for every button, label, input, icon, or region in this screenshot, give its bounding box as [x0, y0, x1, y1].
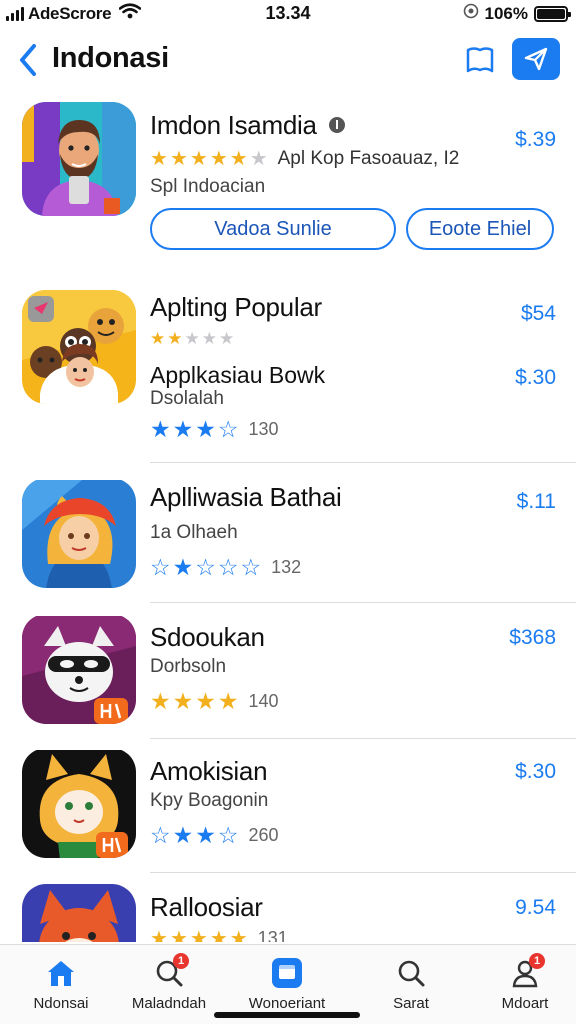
rating-text: Apl Kop Fasoauaz, I2 — [277, 148, 460, 169]
notification-badge: 1 — [529, 953, 545, 969]
location-icon — [463, 3, 479, 24]
rating-stars: ★ ★ ★ ☆ 130 — [150, 416, 279, 442]
app-price[interactable]: $.30 — [515, 760, 556, 784]
tab-discover[interactable]: 1 Maladndah — [114, 953, 224, 1019]
rating-count: 131 — [257, 928, 288, 942]
rating-stars: ★ ★ ★ ★ ★ 131 — [150, 928, 288, 942]
app-subtitle: Dorbsoln — [150, 656, 227, 677]
app-subtitle: Spl Indoacian — [150, 176, 266, 197]
rating-stars: ☆ ★ ★ ☆ 260 — [150, 822, 279, 848]
battery-percent: 106% — [484, 3, 528, 23]
primary-action-button[interactable]: Vadoa Sunlie — [150, 208, 396, 250]
app-price[interactable]: $368 — [509, 626, 556, 650]
app-icon-masked-character[interactable] — [22, 614, 136, 724]
tab-label: Wonoeriant — [248, 995, 326, 1012]
paper-plane-icon[interactable] — [512, 38, 560, 80]
app-price[interactable]: $.39 — [515, 128, 556, 152]
rating-stars: ★ ★ ★ ★ 140 — [150, 688, 279, 714]
rating-stars: ★ ★ ★ ★ ★ ★ Apl Kop Fasoauaz, I2 — [150, 148, 460, 170]
app-secondary-name: Applkasiau Bowk — [150, 362, 326, 388]
list-item[interactable]: Aplting Popular $54 ★ ★ ★ ★ ★ Applkasiau Bow… — [0, 282, 576, 463]
app-icon-cat-character[interactable] — [22, 748, 136, 858]
app-subtitle: Dsolalah — [150, 388, 224, 409]
info-icon — [328, 116, 346, 139]
list-item[interactable]: Amokisian $.30 Kpy Boagonin ☆ ★ ★ ☆ 260 — [0, 742, 576, 876]
list-item[interactable]: Ralloosiar 9.54 ★ ★ ★ ★ ★ 131 — [0, 880, 576, 942]
divider — [150, 462, 576, 463]
app-name: Aplliwasia Bathai — [150, 482, 342, 512]
search-icon — [391, 955, 431, 991]
app-price[interactable]: 9.54 — [515, 896, 556, 920]
app-name: Imdon Isamdia — [150, 110, 317, 140]
home-icon — [41, 955, 81, 991]
battery-icon — [534, 5, 571, 22]
app-subtitle: Kpy Boagonin — [150, 790, 269, 811]
notification-badge: 1 — [173, 953, 189, 969]
navigation-bar: Indonasi — [0, 38, 576, 82]
status-bar: AdeScrore 13.34 106% — [0, 0, 576, 26]
rating-count: 132 — [271, 557, 302, 577]
divider — [150, 738, 576, 739]
tab-apps[interactable]: Wonoeriant — [232, 955, 342, 1019]
app-price[interactable]: $54 — [521, 302, 556, 326]
search-icon: 1 — [149, 953, 189, 991]
app-name: Sdooukan — [150, 622, 265, 652]
home-indicator — [214, 1012, 360, 1018]
divider — [150, 602, 576, 603]
rating-count: 140 — [248, 691, 279, 711]
tab-search[interactable]: Sarat — [356, 955, 466, 1019]
tab-label: Ndonsai — [33, 995, 89, 1012]
page-title: Indonasi — [52, 42, 169, 74]
app-icon-red-hat-girl[interactable] — [22, 478, 136, 588]
app-subtitle: 1a Olhaeh — [150, 522, 238, 543]
person-icon: 1 — [505, 953, 545, 991]
app-icon-bearded-man[interactable] — [22, 102, 136, 216]
rating-stars: ☆ ★ ☆ ☆ ☆ 132 — [150, 554, 302, 580]
book-icon[interactable] — [462, 42, 498, 78]
app-list: Imdon Isamdia $.39 ★ ★ ★ ★ ★ ★ Apl Kop Fasoau… — [0, 96, 576, 942]
rating-count: 260 — [248, 825, 279, 845]
app-secondary-price[interactable]: $.30 — [515, 366, 556, 390]
app-price[interactable]: $.11 — [517, 490, 556, 514]
status-right: 106% — [463, 3, 571, 24]
app-name: Amokisian — [150, 756, 268, 786]
tab-home[interactable]: Ndonsai — [6, 955, 116, 1019]
list-item[interactable]: Sdooukan $368 Dorbsoln ★ ★ ★ ★ 140 — [0, 606, 576, 742]
tab-label: Mdoart — [501, 995, 549, 1012]
app-name: Ralloosiar — [150, 892, 263, 922]
apps-icon — [267, 955, 307, 991]
tab-label: Sarat — [393, 995, 429, 1012]
secondary-action-button[interactable]: Eoote Ehiel — [406, 208, 554, 250]
list-item[interactable]: Aplliwasia Bathai $.11 1a Olhaeh ☆ ★ ☆ ☆ ☆ 1… — [0, 466, 576, 606]
divider — [150, 872, 576, 873]
app-icon-emoji-faces[interactable] — [22, 290, 136, 404]
list-item[interactable]: Imdon Isamdia $.39 ★ ★ ★ ★ ★ ★ Apl Kop Fasoau… — [0, 96, 576, 266]
tab-label: Maladndah — [131, 995, 207, 1012]
tab-account[interactable]: 1 Mdoart — [470, 953, 576, 1019]
app-name: Aplting Popular — [150, 292, 322, 322]
rating-count: 130 — [248, 419, 279, 439]
app-icon-fox-character[interactable] — [22, 884, 136, 942]
chevron-left-icon[interactable] — [14, 40, 42, 80]
rating-stars: ★ ★ ★ ★ ★ — [150, 329, 235, 348]
